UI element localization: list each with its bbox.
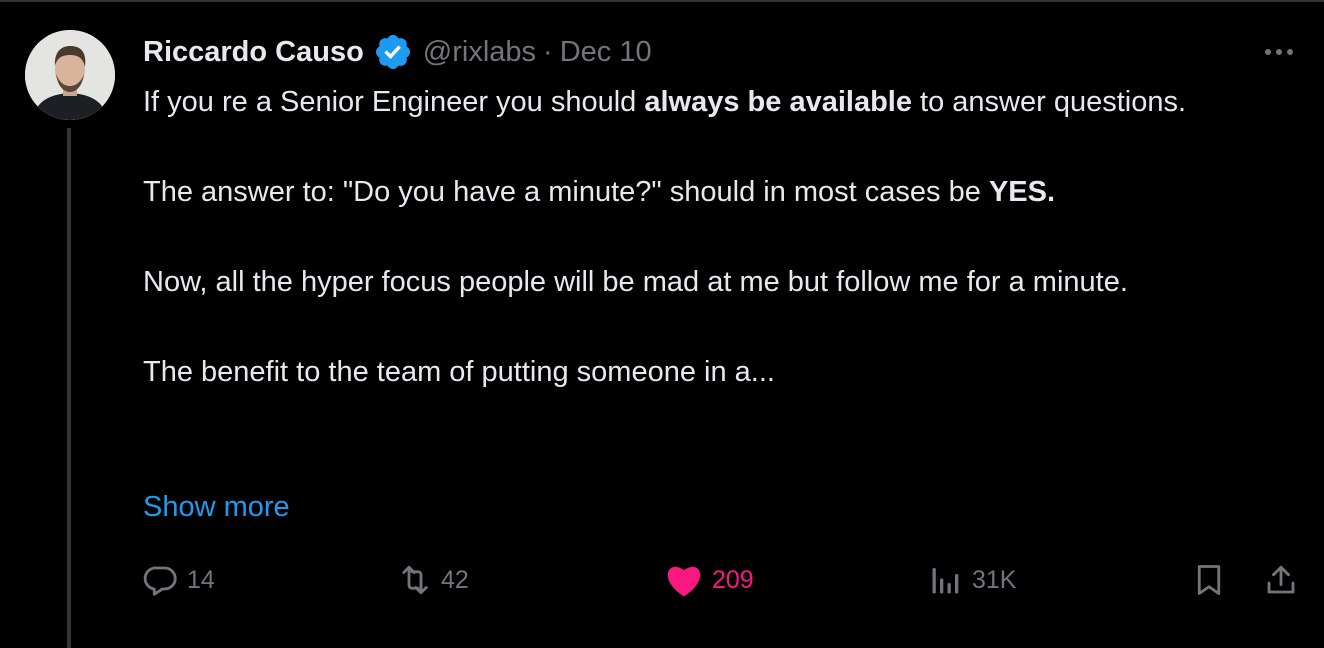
bookmark-button[interactable]: [1191, 556, 1227, 604]
top-divider: [0, 0, 1324, 2]
author-name[interactable]: Riccardo Causo: [143, 36, 364, 69]
tweet-text: If you re a Senior Engineer you should a…: [143, 80, 1263, 395]
share-icon: [1267, 565, 1295, 594]
bold-text: always be available: [644, 86, 912, 118]
author-handle[interactable]: @rixlabs: [423, 36, 536, 69]
reply-count: 14: [187, 565, 215, 594]
more-horizontal-icon: [1265, 49, 1293, 55]
tweet-date[interactable]: Dec 10: [560, 36, 652, 69]
bookmark-icon: [1197, 565, 1221, 595]
tweet-paragraph: The benefit to the team of putting someo…: [143, 356, 775, 388]
show-more-link[interactable]: Show more: [143, 485, 290, 530]
share-button[interactable]: [1263, 556, 1299, 604]
thread-line: [67, 128, 71, 648]
tweet-paragraph: Now, all the hyper focus people will be …: [143, 266, 1128, 298]
avatar-photo: [25, 30, 115, 120]
retweet-count: 42: [441, 565, 469, 594]
action-bar: 14 42 209 31K: [143, 556, 1313, 604]
avatar[interactable]: [25, 30, 115, 120]
tweet-header: Riccardo Causo @rixlabs · Dec 10: [143, 30, 652, 74]
like-count: 209: [712, 565, 754, 594]
reply-icon: [143, 566, 177, 596]
retweet-icon: [402, 565, 428, 595]
tweet-paragraph: If you re a Senior Engineer you should a…: [143, 86, 1187, 118]
views-count: 31K: [972, 565, 1017, 594]
retweet-button[interactable]: 42: [397, 556, 469, 604]
tweet-paragraph: The answer to: "Do you have a minute?" s…: [143, 176, 1056, 208]
separator-dot: ·: [543, 35, 553, 68]
heart-icon: [667, 566, 701, 597]
views-icon: [932, 568, 959, 594]
more-options-button[interactable]: [1258, 34, 1302, 70]
like-button[interactable]: 209: [664, 556, 754, 604]
verified-badge-icon[interactable]: [373, 32, 413, 72]
bold-text: YES.: [988, 176, 1056, 208]
views-button[interactable]: 31K: [928, 556, 1016, 604]
reply-button[interactable]: 14: [143, 556, 215, 604]
